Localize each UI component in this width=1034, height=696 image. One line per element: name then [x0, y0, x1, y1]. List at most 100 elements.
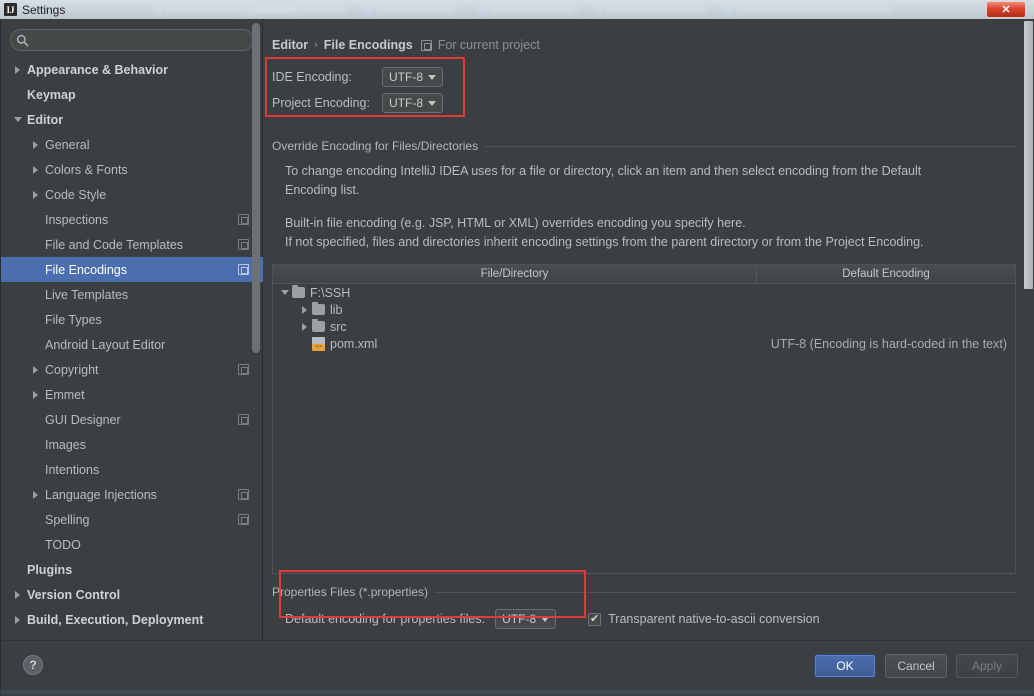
project-scope-icon [238, 239, 249, 250]
main-scrollbar[interactable] [1024, 21, 1033, 321]
file-name: src [330, 319, 347, 334]
sidebar-item-keymap[interactable]: Keymap [1, 82, 263, 107]
file-encodings-panel: Editor › File Encodings For current proj… [263, 19, 1034, 640]
dialog-title-bar: IJ Settings ✕ [0, 0, 1034, 19]
sidebar-item-live-templates[interactable]: Live Templates [1, 282, 263, 307]
sidebar-item-label: Keymap [27, 87, 76, 102]
sidebar-item-label: TODO [45, 537, 81, 552]
close-icon[interactable]: ✕ [986, 1, 1026, 18]
chevron-down-icon[interactable] [277, 290, 292, 295]
sidebar-item-file-types[interactable]: File Types [1, 307, 263, 332]
transparent-ascii-checkbox[interactable]: ✔ Transparent native-to-ascii conversion [588, 612, 820, 626]
sidebar-item-general[interactable]: General [1, 132, 263, 157]
sidebar-item-label: Version Control [27, 587, 121, 602]
project-scope-icon [238, 514, 249, 525]
column-header-file-directory[interactable]: File/Directory [273, 265, 757, 283]
properties-group-header: Properties Files (*.properties) [272, 585, 1016, 599]
sidebar-item-emmet[interactable]: Emmet [1, 382, 263, 407]
sidebar-item-android-layout-editor[interactable]: Android Layout Editor [1, 332, 263, 357]
apply-button[interactable]: Apply [956, 654, 1018, 678]
sidebar-item-label: Copyright [45, 362, 99, 377]
table-row[interactable]: F:\SSH [273, 284, 1015, 301]
sidebar-item-label: GUI Designer [45, 412, 121, 427]
sidebar-item-intentions[interactable]: Intentions [1, 457, 263, 482]
project-encoding-dropdown[interactable]: UTF-8 [382, 93, 443, 113]
sidebar-item-file-encodings[interactable]: File Encodings [1, 257, 263, 282]
chevron-right-icon[interactable] [29, 488, 42, 501]
sidebar-item-label: Appearance & Behavior [27, 62, 169, 77]
sidebar-item-label: Build, Execution, Deployment [27, 612, 204, 627]
chevron-down-icon [428, 74, 436, 80]
group-divider [435, 591, 1016, 593]
sidebar-item-version-control[interactable]: Version Control [1, 582, 263, 607]
sidebar-item-colors-fonts[interactable]: Colors & Fonts [1, 157, 263, 182]
table-header-row: File/Directory Default Encoding [273, 265, 1015, 284]
description-line-3: Built-in file encoding (e.g. JSP, HTML o… [285, 216, 746, 230]
table-row[interactable]: src [273, 318, 1015, 335]
chevron-down-icon [428, 100, 436, 106]
ok-button[interactable]: OK [814, 654, 876, 678]
sidebar-scrollbar-thumb[interactable] [252, 23, 260, 353]
sidebar-item-label: Live Templates [45, 287, 129, 302]
search-input[interactable] [33, 33, 253, 47]
sidebar-item-code-style[interactable]: Code Style [1, 182, 263, 207]
breadcrumb-parent[interactable]: Editor [272, 38, 308, 52]
sidebar-item-copyright[interactable]: Copyright [1, 357, 263, 382]
chevron-right-icon[interactable] [29, 163, 42, 176]
file-name: F:\SSH [310, 285, 351, 300]
sidebar-item-appearance-behavior[interactable]: Appearance & Behavior [1, 57, 263, 82]
chevron-right-icon[interactable] [297, 322, 312, 331]
table-body: F:\SSH lib src pom.xml UTF-8 (Encoding is ha… [273, 284, 1015, 573]
chevron-down-icon[interactable] [11, 113, 24, 126]
breadcrumb-scope-note: For current project [437, 38, 540, 52]
chevron-right-icon[interactable] [29, 188, 42, 201]
checkbox-icon: ✔ [588, 612, 602, 626]
sidebar-item-editor[interactable]: Editor [1, 107, 263, 132]
description-line-4: If not specified, files and directories … [285, 235, 924, 249]
project-encoding-row: Project Encoding: UTF-8 [272, 90, 443, 116]
description-text: To change encoding IntelliJ IDEA uses fo… [285, 162, 999, 252]
table-row[interactable]: lib [273, 301, 1015, 318]
default-encoding-cell[interactable]: UTF-8 (Encoding is hard-coded in the tex… [757, 337, 1015, 351]
description-line-2: Encoding list. [285, 183, 360, 197]
dialog-title: Settings [22, 2, 66, 17]
settings-dialog-screen: IJ Settings ✕ Appearance & Behavior Keym… [0, 0, 1034, 696]
properties-encoding-dropdown[interactable]: UTF-8 [495, 609, 557, 629]
sidebar-scrollbar[interactable] [252, 23, 260, 413]
table-row[interactable]: pom.xml UTF-8 (Encoding is hard-coded in … [273, 335, 1015, 352]
chevron-right-icon[interactable] [29, 363, 42, 376]
sidebar-item-file-and-code-templates[interactable]: File and Code Templates [1, 232, 263, 257]
search-box[interactable] [10, 29, 254, 51]
column-header-default-encoding[interactable]: Default Encoding [757, 265, 1015, 283]
file-directory-cell: lib [273, 302, 757, 317]
sidebar-item-spelling[interactable]: Spelling [1, 507, 263, 532]
sidebar-item-label: Images [45, 437, 86, 452]
ide-encoding-dropdown[interactable]: UTF-8 [382, 67, 443, 87]
help-icon[interactable]: ? [23, 655, 43, 675]
chevron-right-icon[interactable] [11, 588, 24, 601]
sidebar-item-images[interactable]: Images [1, 432, 263, 457]
folder-icon [292, 285, 305, 298]
sidebar-item-plugins[interactable]: Plugins [1, 557, 263, 582]
sidebar-item-inspections[interactable]: Inspections [1, 207, 263, 232]
chevron-right-icon[interactable] [29, 138, 42, 151]
project-scope-icon [420, 39, 432, 51]
sidebar-item-build-execution-deployment[interactable]: Build, Execution, Deployment [1, 607, 263, 632]
chevron-down-icon [541, 616, 550, 622]
chevron-right-icon[interactable] [11, 613, 24, 626]
sidebar-item-label: Inspections [45, 212, 109, 227]
chevron-right-icon[interactable] [11, 63, 24, 76]
sidebar-item-label: Editor [27, 112, 64, 127]
sidebar-item-label: File and Code Templates [45, 237, 184, 252]
cancel-button[interactable]: Cancel [885, 654, 947, 678]
chevron-right-icon[interactable] [297, 305, 312, 314]
file-directory-cell: F:\SSH [273, 285, 757, 300]
sidebar-item-todo[interactable]: TODO [1, 532, 263, 557]
search-container [1, 19, 262, 55]
sidebar-item-language-injections[interactable]: Language Injections [1, 482, 263, 507]
description-line-1: To change encoding IntelliJ IDEA uses fo… [285, 164, 922, 178]
main-scrollbar-thumb[interactable] [1024, 21, 1033, 289]
sidebar-item-gui-designer[interactable]: GUI Designer [1, 407, 263, 432]
chevron-right-icon[interactable] [29, 388, 42, 401]
